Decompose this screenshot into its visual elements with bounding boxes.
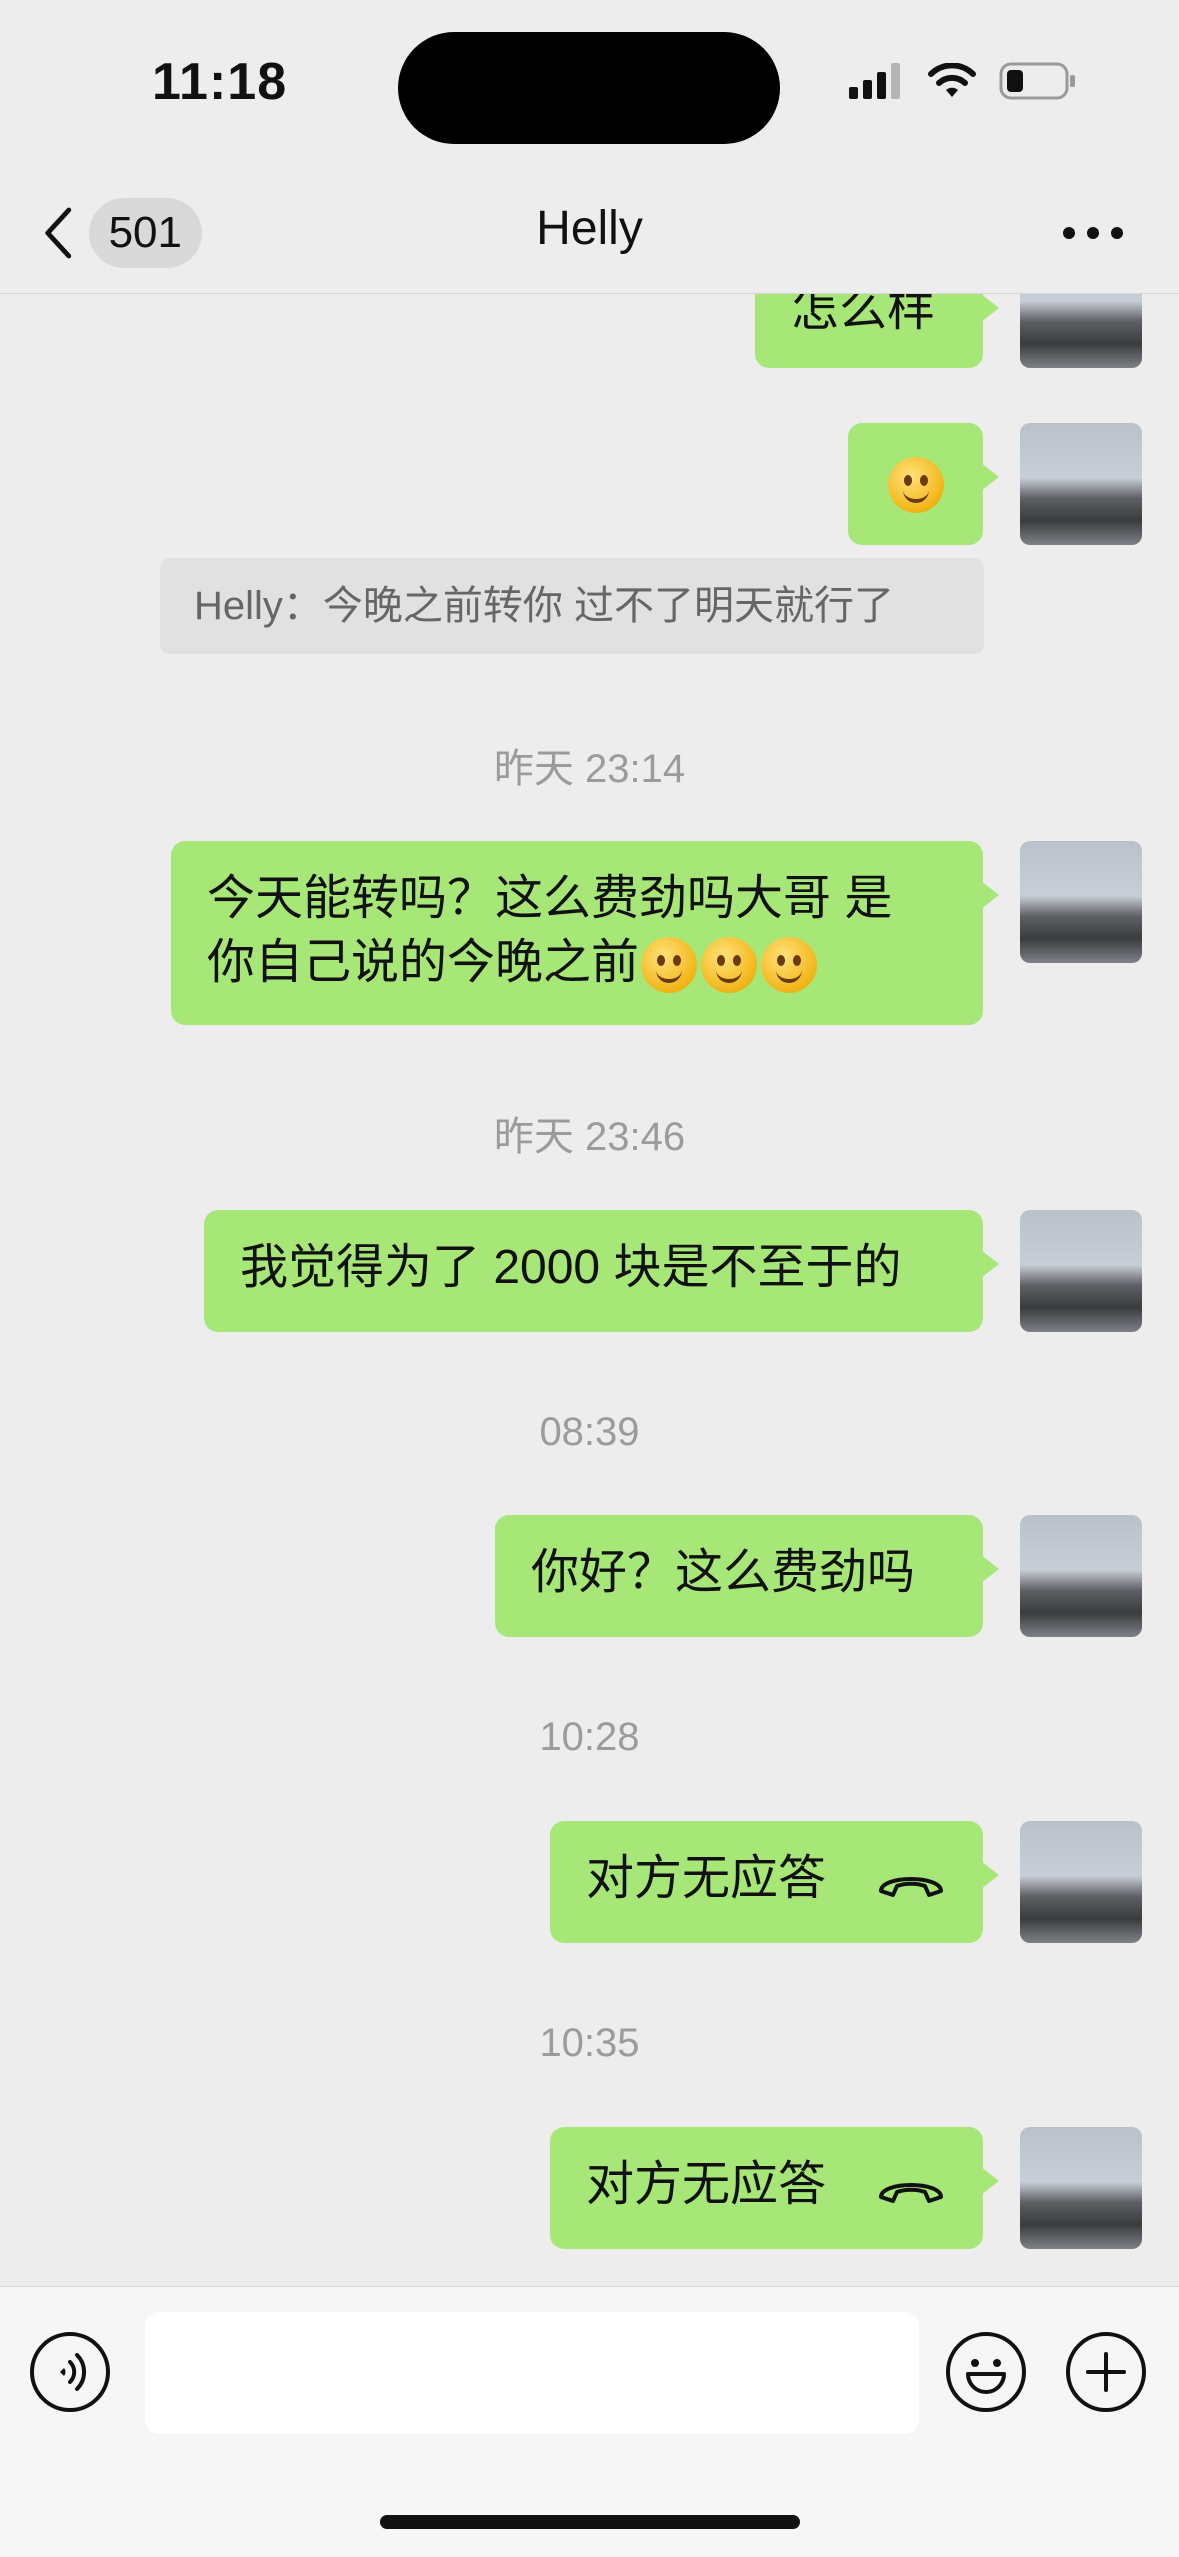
plus-button[interactable] [1066, 2332, 1146, 2412]
avatar[interactable] [1020, 841, 1142, 963]
status-time: 11:18 [152, 53, 288, 111]
message-text: 你自己说的今晚之前 [207, 936, 640, 989]
emoji-icon [966, 2359, 1006, 2394]
avatar[interactable] [1020, 1515, 1142, 1637]
recalled-message-notice: Helly：今晚之前转你 过不了明天就行了 [160, 558, 984, 654]
voice-icon [60, 2353, 87, 2391]
message-text: 我觉得为了 2000 块是不至于的 [240, 1241, 902, 1294]
avatar[interactable] [1020, 423, 1142, 545]
phone-hangup-icon [879, 2183, 943, 2203]
message-bubble[interactable] [848, 423, 999, 545]
message-bubble[interactable]: 今天能转吗？这么费劲吗大哥 是 你自己说的今晚之前 [171, 841, 999, 1025]
voice-button[interactable] [30, 2332, 110, 2412]
smile-emoji [641, 937, 698, 994]
phone-hangup-icon [879, 1877, 943, 1897]
battery-icon [999, 62, 1075, 100]
status-icons [849, 62, 1079, 100]
call-bubble[interactable]: 对方无应答 [550, 2127, 999, 2249]
call-status-text: 对方无应答 [586, 1852, 827, 1905]
plus-icon [1086, 2352, 1126, 2392]
status-bar: 11:18 [0, 0, 1179, 175]
message-text-line: 你自己说的今晚之前 [207, 931, 947, 995]
smile-emoji [888, 457, 944, 514]
call-status-text: 对方无应答 [586, 2158, 827, 2211]
dynamic-island [398, 32, 780, 144]
home-indicator [380, 2515, 800, 2529]
chat-header: 501 Helly [0, 175, 1179, 294]
emoji-button[interactable] [946, 2332, 1026, 2412]
avatar[interactable] [1020, 1821, 1142, 1943]
smile-emoji [701, 937, 758, 994]
smile-emoji [761, 937, 818, 994]
message-list[interactable]: 怎么样 Helly：今晚之前转你 过不了明天就行了 昨天 23:14 今天能转吗… [0, 294, 1179, 2286]
message-bubble[interactable]: 怎么样 [755, 294, 999, 368]
call-bubble[interactable]: 对方无应答 [550, 1821, 999, 1943]
message-text: 怎么样 [791, 294, 936, 336]
chat-title: Helly [536, 202, 643, 255]
input-bar [0, 2286, 1179, 2557]
timestamp: 08:39 [539, 1410, 640, 1454]
timestamp: 昨天 23:46 [493, 1115, 686, 1159]
message-bubble[interactable]: 我觉得为了 2000 块是不至于的 [204, 1210, 999, 1332]
message-text: 你好？这么费劲吗 [531, 1546, 916, 1599]
avatar[interactable] [1020, 294, 1142, 368]
message-bubble[interactable]: 你好？这么费劲吗 [495, 1515, 999, 1637]
timestamp: 10:35 [539, 2021, 640, 2065]
timestamp: 昨天 23:14 [493, 747, 686, 791]
wifi-icon [928, 63, 976, 97]
avatar[interactable] [1020, 2127, 1142, 2249]
more-dots-icon[interactable] [1053, 203, 1133, 263]
timestamp: 10:28 [539, 1715, 640, 1759]
message-input[interactable] [145, 2312, 919, 2434]
avatar[interactable] [1020, 1210, 1142, 1332]
message-text-line: 今天能转吗？这么费劲吗大哥 是 [207, 872, 893, 925]
signal-icon [849, 63, 900, 99]
